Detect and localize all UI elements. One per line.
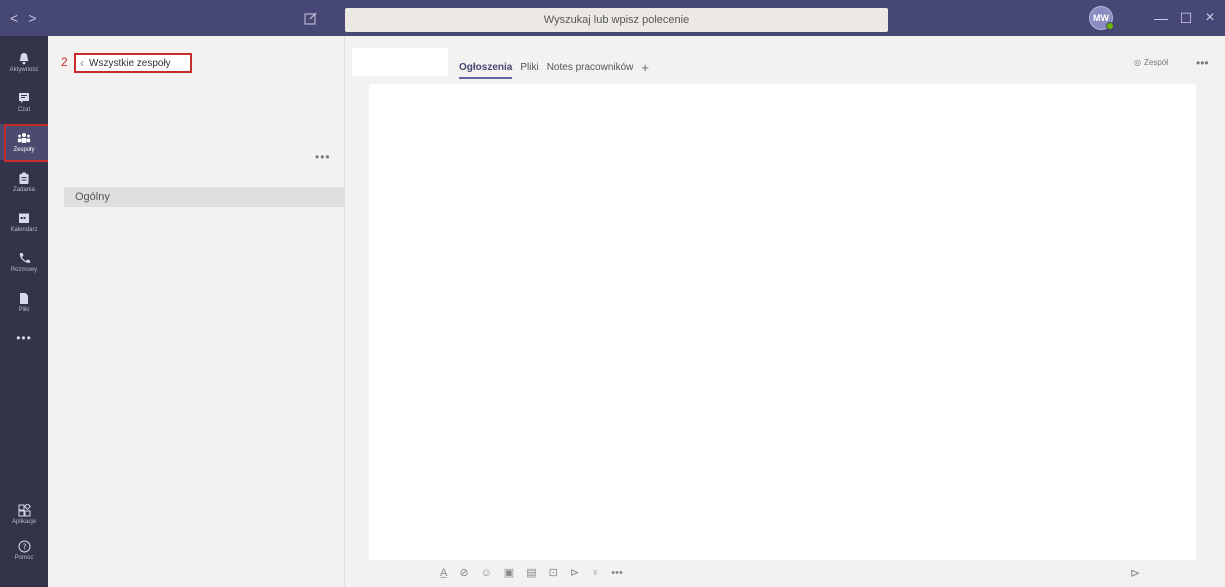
chevron-left-icon: ‹ xyxy=(80,56,84,70)
maximize-button[interactable]: ☐ xyxy=(1174,0,1198,36)
emoji-icon[interactable]: ☺ xyxy=(481,567,492,579)
rail-item-calendar[interactable]: Kalendarz xyxy=(0,204,48,240)
meet-icon[interactable]: ⊡ xyxy=(549,566,558,579)
all-teams-label: Wszystkie zespoły xyxy=(89,57,171,69)
tasks-icon xyxy=(16,171,32,185)
rail-item-label: Aktywność xyxy=(9,67,39,73)
phone-icon xyxy=(16,251,32,265)
sticker-icon[interactable]: ▤ xyxy=(526,566,536,579)
channel-item-general[interactable]: Ogólny xyxy=(64,187,345,207)
rail-item-label: Pliki xyxy=(18,307,30,313)
minimize-button[interactable]: — xyxy=(1149,0,1173,36)
right-gutter xyxy=(1196,84,1225,560)
rail-item-label: Aplikacje xyxy=(11,519,36,525)
rail-item-label: Zadania xyxy=(13,187,35,193)
tab-posts[interactable]: Ogłoszenia xyxy=(459,62,513,79)
rail-item-files[interactable]: Pliki xyxy=(0,284,48,320)
tab-files[interactable]: Pliki xyxy=(520,62,538,73)
back-arrow-icon[interactable]: < xyxy=(10,10,18,26)
rail-item-label: Czat xyxy=(17,107,31,113)
rail-item-chat[interactable]: Czat xyxy=(0,84,48,120)
team-button-label: Zespół xyxy=(1143,58,1168,67)
conversation-area[interactable] xyxy=(369,84,1196,560)
close-button[interactable]: × xyxy=(1198,0,1222,36)
rail-item-calls[interactable]: Rozmowy xyxy=(0,244,48,280)
avatar-initials: MW xyxy=(1093,13,1109,23)
attach-icon[interactable]: ⊘ xyxy=(459,566,468,579)
tab-wiki[interactable]: Notes pracowników xyxy=(547,62,634,73)
compose-tools: A̲ ⊘ ☺ ▣ ▤ ⊡ ⊳ ♀ ••• xyxy=(440,566,623,580)
eye-icon: ◎ xyxy=(1134,58,1141,67)
all-teams-back-button[interactable]: ‹ Wszystkie zespoły xyxy=(74,53,192,73)
files-icon xyxy=(16,291,32,305)
team-more-icon[interactable]: ••• xyxy=(315,150,331,164)
rail-item-activity[interactable]: Aktywność xyxy=(0,44,48,80)
search-input[interactable]: Wyszukaj lub wpisz polecenie xyxy=(345,8,888,32)
new-chat-icon[interactable] xyxy=(304,0,318,36)
annotation-2: 2 xyxy=(61,55,68,69)
channel-title-area xyxy=(352,48,448,76)
rail-item-help[interactable]: ? Pomoc xyxy=(0,532,48,568)
rail-item-apps[interactable]: Aplikacje xyxy=(0,496,48,532)
team-button[interactable]: ◎ Zespół xyxy=(1134,58,1168,67)
more-options-icon[interactable]: ••• xyxy=(611,567,623,579)
rail-item-label: Kalendarz xyxy=(10,227,38,233)
title-bar: < > Wyszukaj lub wpisz polecenie MW — ☐ … xyxy=(0,0,1225,36)
gif-icon[interactable]: ▣ xyxy=(504,566,514,579)
channel-tabs: Ogłoszenia Pliki Notes pracowników + xyxy=(459,56,649,79)
stream-icon[interactable]: ⊳ xyxy=(570,566,579,579)
rail-item-tasks[interactable]: Zadania xyxy=(0,164,48,200)
svg-text:?: ? xyxy=(22,542,26,551)
channel-more-icon[interactable]: ••• xyxy=(1196,56,1209,70)
bell-icon xyxy=(16,51,32,65)
forward-arrow-icon[interactable]: > xyxy=(28,10,36,26)
praise-icon[interactable]: ♀ xyxy=(591,567,599,579)
avatar[interactable]: MW xyxy=(1089,6,1114,30)
rail-item-more[interactable]: ••• xyxy=(0,326,48,350)
rail-item-label: Rozmowy xyxy=(10,267,38,273)
history-nav: < > xyxy=(10,0,36,36)
presence-icon xyxy=(1106,22,1114,30)
apps-icon xyxy=(16,503,32,517)
format-icon[interactable]: A̲ xyxy=(440,567,447,579)
more-icon: ••• xyxy=(16,331,32,345)
help-icon: ? xyxy=(16,539,32,553)
channel-label: Ogólny xyxy=(75,191,110,203)
add-tab-icon[interactable]: + xyxy=(641,60,649,75)
highlight-box-teams xyxy=(4,124,52,162)
chat-icon xyxy=(16,91,32,105)
teams-panel xyxy=(48,36,345,587)
send-icon[interactable]: ⊳ xyxy=(1130,566,1140,580)
calendar-icon xyxy=(16,211,32,225)
rail-item-label: Pomoc xyxy=(14,555,34,561)
